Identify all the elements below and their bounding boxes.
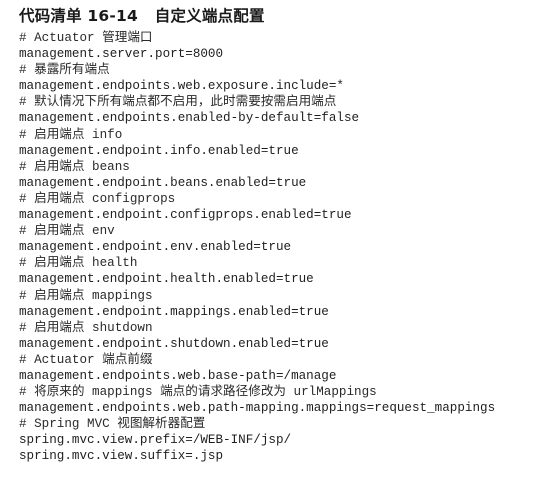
code-line: management.endpoint.health.enabled=true	[19, 272, 314, 287]
comment-line: # Actuator 管理端口	[19, 31, 153, 45]
comment-line: # 默认情况下所有端点都不启用，此时需要按需启用端点	[19, 95, 337, 110]
comment-line: # Actuator 端点前缀	[19, 352, 153, 367]
code-line: management.endpoint.beans.enabled=true	[19, 175, 307, 190]
code-line: management.endpoint.configprops.enabled=…	[19, 208, 352, 223]
code-line: management.endpoints.web.base-path=/mana…	[19, 368, 337, 383]
code-line: management.endpoints.web.exposure.includ…	[19, 79, 344, 94]
comment-line: # 启用端点 info	[19, 127, 123, 142]
code-line: management.endpoints.web.path-mapping.ma…	[19, 401, 496, 416]
code-block: # Actuator 管理端口 management.server.port=8…	[19, 30, 495, 465]
code-line: spring.mvc.view.prefix=/WEB-INF/jsp/	[19, 433, 292, 448]
comment-line: # 启用端点 configprops	[19, 191, 176, 206]
comment-line: # Spring MVC 视图解析器配置	[19, 417, 206, 432]
comment-line: # 启用端点 shutdown	[19, 320, 153, 335]
code-line: management.endpoint.shutdown.enabled=tru…	[19, 336, 329, 351]
comment-line: # 启用端点 env	[19, 224, 115, 239]
comment-line: # 启用端点 health	[19, 256, 138, 271]
comment-line: # 将原来的 mappings 端点的请求路径修改为 urlMappings	[19, 385, 377, 400]
comment-line: # 启用端点 mappings	[19, 288, 153, 303]
comment-line: # 暴露所有端点	[19, 63, 110, 78]
code-line: management.endpoint.mappings.enabled=tru…	[19, 304, 329, 319]
code-line: spring.mvc.view.suffix=.jsp	[19, 449, 224, 464]
code-line: management.endpoint.info.enabled=true	[19, 143, 299, 158]
code-line: management.endpoints.enabled-by-default=…	[19, 111, 360, 126]
comment-line: # 启用端点 beans	[19, 159, 130, 174]
document-page: 代码清单 16-14 自定义端点配置 # Actuator 管理端口 manag…	[0, 0, 554, 496]
listing-title: 代码清单 16-14 自定义端点配置	[19, 7, 265, 25]
code-line: management.server.port=8000	[19, 47, 224, 62]
code-line: management.endpoint.env.enabled=true	[19, 240, 292, 255]
